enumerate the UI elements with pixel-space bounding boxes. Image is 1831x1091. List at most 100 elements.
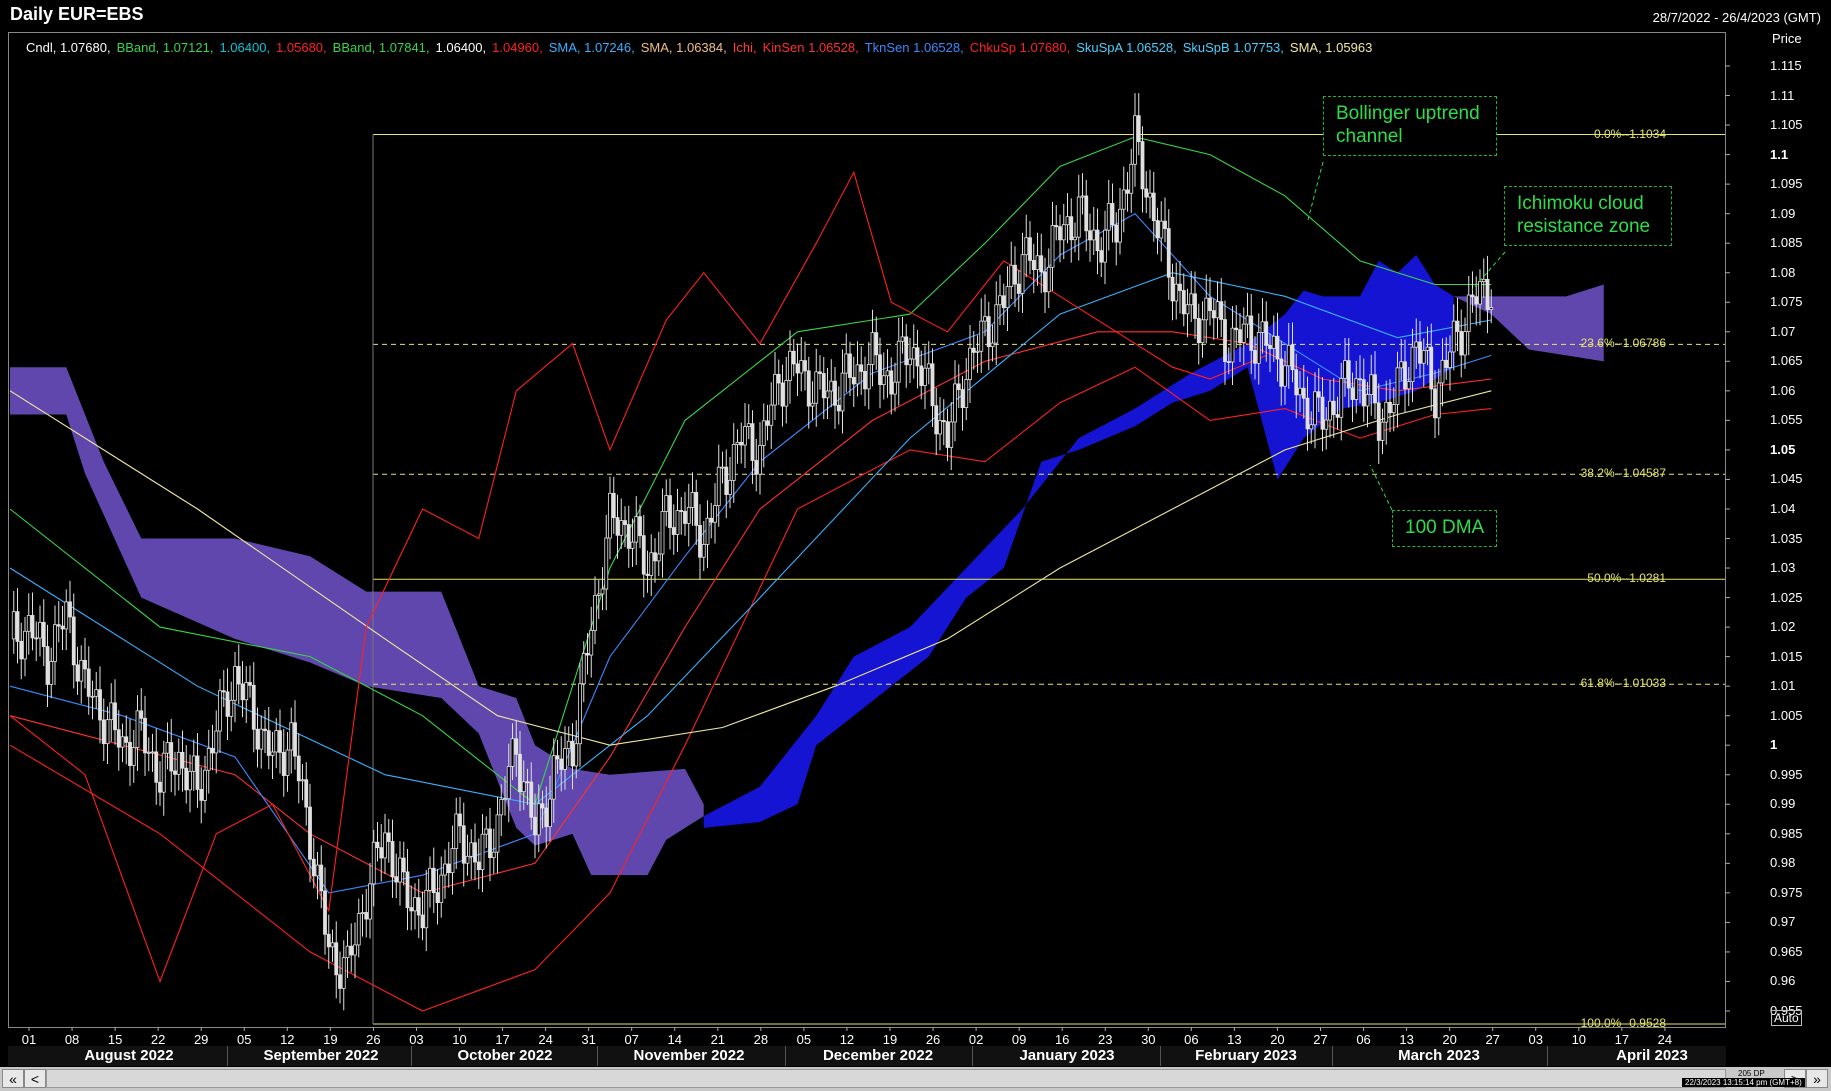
- candle-body: [281, 751, 286, 776]
- candle-body: [296, 755, 301, 782]
- candle-body: [131, 747, 136, 766]
- candle-body: [443, 863, 447, 876]
- candle-body: [1054, 225, 1059, 228]
- candle-body: [41, 622, 46, 647]
- candle-body: [154, 751, 159, 783]
- candle-body: [349, 945, 354, 956]
- x-tick-label: 05: [796, 1032, 812, 1047]
- candle-body: [540, 803, 545, 809]
- candle-body: [574, 743, 579, 767]
- y-tick-label: 1: [1770, 737, 1778, 753]
- x-tick-label: 10: [452, 1032, 467, 1047]
- auto-scale-button[interactable]: Auto: [1771, 1010, 1802, 1026]
- candle-body: [315, 864, 320, 877]
- candle-body: [390, 841, 395, 878]
- legend-entry: KinSen 1.06528,: [762, 40, 859, 55]
- candle-body: [915, 347, 920, 367]
- candle-body: [1084, 195, 1089, 232]
- candle-body: [221, 690, 226, 693]
- candle-body: [1118, 208, 1122, 243]
- candle-body: [1485, 278, 1490, 310]
- candle-body: [900, 336, 905, 342]
- candle-body: [1301, 387, 1306, 399]
- candle-body: [533, 816, 537, 836]
- candle-body: [585, 652, 590, 656]
- candle-body: [964, 379, 969, 409]
- candle-body: [1444, 359, 1449, 368]
- candle-body: [731, 444, 736, 481]
- candle-body: [589, 629, 594, 656]
- candle-body: [53, 624, 57, 662]
- candle-body: [199, 788, 204, 801]
- candle-body: [488, 828, 492, 859]
- candle-body: [634, 516, 639, 543]
- candle-body: [143, 717, 147, 754]
- candle-body: [1189, 293, 1194, 306]
- candle-body: [889, 370, 894, 395]
- legend-entry: BBand, 1.07121,: [116, 40, 214, 55]
- candle-body: [1380, 421, 1385, 441]
- candle-body: [1099, 250, 1104, 263]
- candle-body: [431, 867, 436, 894]
- y-tick-label: 0.97: [1770, 914, 1796, 930]
- month-label: December 2022: [822, 1047, 934, 1064]
- nav-first-icon[interactable]: «: [2, 1069, 24, 1088]
- candle-body: [375, 841, 380, 849]
- candle-body: [1013, 264, 1017, 285]
- x-tick-label: 15: [107, 1032, 123, 1047]
- candle-body: [1271, 335, 1276, 349]
- candle-body: [701, 543, 706, 558]
- candle-body: [911, 347, 916, 360]
- candle-body: [1309, 424, 1314, 430]
- candle-body: [1114, 224, 1119, 243]
- month-label: February 2023: [1195, 1047, 1297, 1064]
- candle-body: [364, 912, 369, 920]
- legend-entry: SkuSpA 1.06528,: [1076, 40, 1177, 55]
- candle-body: [1463, 331, 1467, 356]
- candle-body: [491, 851, 496, 859]
- y-tick-label: 1.075: [1770, 294, 1803, 310]
- candle-body: [289, 722, 294, 751]
- price-chart[interactable]: [0, 0, 1831, 1091]
- candle-body: [1361, 379, 1366, 407]
- x-tick-label: 29: [193, 1032, 209, 1047]
- candle-body: [1451, 320, 1456, 353]
- time-scrollbar[interactable]: [46, 1069, 1726, 1088]
- candle-body: [266, 730, 271, 756]
- month-label: January 2023: [1019, 1047, 1115, 1064]
- candle-body: [1264, 321, 1269, 346]
- legend-entry: 1.05680,: [276, 40, 327, 55]
- y-tick-label: 1.085: [1770, 235, 1803, 251]
- candle-body: [360, 912, 365, 915]
- y-tick-label: 1.11: [1770, 87, 1795, 103]
- y-tick-label: 0.995: [1770, 766, 1803, 782]
- candle-body: [169, 742, 174, 772]
- candle-body: [724, 466, 729, 495]
- candle-body: [780, 382, 785, 407]
- candle-body: [248, 682, 252, 686]
- candle-body: [1384, 401, 1389, 423]
- candle-body: [1069, 216, 1074, 241]
- x-tick-label: 31: [581, 1032, 596, 1047]
- candle-body: [1125, 189, 1130, 194]
- candle-body: [79, 659, 84, 682]
- candle-body: [124, 736, 129, 743]
- candle-body: [773, 373, 777, 406]
- candle-body: [420, 914, 425, 929]
- candle-body: [769, 404, 774, 426]
- candle-body: [653, 552, 657, 562]
- candle-body: [1219, 301, 1224, 320]
- candle-body: [435, 892, 440, 903]
- candle-body: [398, 857, 402, 883]
- candle-body: [1061, 224, 1066, 241]
- y-tick-label: 1.09: [1770, 205, 1796, 221]
- candle-body: [326, 933, 331, 948]
- nav-last-icon[interactable]: »: [1806, 1069, 1828, 1088]
- y-tick-label: 1.08: [1770, 264, 1796, 280]
- y-tick-label: 0.98: [1770, 855, 1796, 871]
- candle-body: [1204, 297, 1209, 321]
- month-label: August 2022: [84, 1047, 174, 1064]
- nav-prev-icon[interactable]: <: [24, 1069, 46, 1088]
- candle-body: [548, 798, 552, 828]
- candle-body: [739, 441, 744, 446]
